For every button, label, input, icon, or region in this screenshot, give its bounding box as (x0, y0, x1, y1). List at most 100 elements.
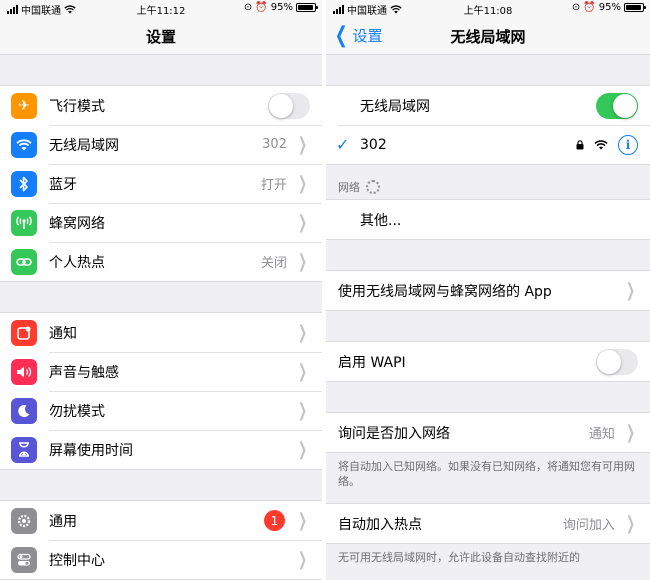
wlan-cellular-apps-row[interactable]: 使用无线局域网与蜂窝网络的 App ❯ (326, 271, 650, 310)
chevron-right-icon: ❯ (297, 134, 307, 155)
ask-join-group: 询问是否加入网络 通知 ❯ (326, 412, 650, 453)
moon-icon (11, 397, 37, 424)
other-network-row[interactable]: 其他... (326, 200, 650, 239)
wlan-main-group: 无线局域网 ✓ 302 i (326, 85, 650, 165)
wlan-toggle-row[interactable]: 无线局域网 (326, 86, 650, 125)
antenna-icon (11, 209, 37, 236)
wifi-strength-icon (594, 139, 608, 149)
settings-row-screen-time[interactable]: 屏幕使用时间 ❯ (0, 430, 322, 469)
chevron-right-icon: ❯ (625, 280, 635, 301)
row-label: 通知 (49, 325, 77, 342)
chevron-right-icon: ❯ (625, 513, 635, 534)
page-title: 无线局域网 (450, 28, 526, 46)
connected-network-row[interactable]: ✓ 302 i (326, 125, 650, 164)
settings-group-notifications: 通知 ❯ 声音与触感 ❯ 勿扰模式 ❯ 屏幕使用时间 ❯ (0, 312, 322, 470)
row-label: 无线局域网 (360, 98, 430, 115)
airplane-icon: ✈ (11, 92, 37, 119)
chevron-right-icon: ❯ (297, 173, 307, 194)
notification-icon (11, 319, 37, 346)
ask-join-footer: 将自动加入已知网络。如果没有已知网络，将通知您有可用网络。 (338, 460, 635, 488)
chevron-right-icon: ❯ (297, 439, 307, 460)
wapi-toggle[interactable] (596, 348, 638, 375)
row-label: 勿扰模式 (49, 403, 105, 420)
ask-join-value: 通知 (588, 427, 615, 442)
settings-row-sounds[interactable]: 声音与触感 ❯ (0, 352, 322, 391)
network-name: 302 (360, 136, 387, 153)
battery-percent: 95% (270, 2, 293, 13)
settings-row-airplane-mode[interactable]: ✈ 飞行模式 (0, 86, 322, 125)
settings-screen: 中国联通 上午11:12 ⊙ ⏰ 95% 设置 ✈ 飞行模式 无线局域网 302… (0, 0, 322, 580)
settings-group-connectivity: ✈ 飞行模式 无线局域网 302 ❯ 蓝牙 打开 ❯ 蜂窝网络 ❯ 个人热点 关… (0, 85, 322, 282)
alarm-icon: ⏰ (255, 2, 268, 13)
row-label: 声音与触感 (49, 364, 119, 381)
wapi-row[interactable]: 启用 WAPI (326, 342, 650, 381)
chevron-right-icon: ❯ (297, 549, 307, 570)
auto-hotspot-group: 自动加入热点 询问加入 ❯ (326, 503, 650, 544)
ask-join-row[interactable]: 询问是否加入网络 通知 ❯ (326, 413, 650, 452)
hotspot-icon (11, 248, 37, 275)
row-label: 飞行模式 (49, 98, 105, 115)
settings-row-cellular[interactable]: 蜂窝网络 ❯ (0, 203, 322, 242)
update-badge: 1 (263, 510, 285, 531)
chevron-right-icon: ❯ (297, 212, 307, 233)
loading-spinner-icon (366, 180, 380, 194)
chevron-right-icon: ❯ (625, 422, 635, 443)
bluetooth-icon (11, 170, 37, 197)
chevron-right-icon: ❯ (297, 322, 307, 343)
wlan-toggle[interactable] (596, 92, 638, 119)
settings-row-do-not-disturb[interactable]: 勿扰模式 ❯ (0, 391, 322, 430)
auto-hotspot-row[interactable]: 自动加入热点 询问加入 ❯ (326, 504, 650, 543)
status-bar: 中国联通 上午11:08 ⊙ ⏰ 95% (326, 0, 650, 17)
apps-group: 使用无线局域网与蜂窝网络的 App ❯ (326, 270, 650, 311)
settings-row-general[interactable]: 通用 1 ❯ (0, 501, 322, 540)
wifi-icon (11, 131, 37, 158)
networks-section-header: 网络 (326, 165, 650, 199)
row-label: 控制中心 (49, 552, 105, 569)
speaker-icon (11, 358, 37, 385)
row-label: 通用 (49, 513, 77, 530)
settings-row-wifi[interactable]: 无线局域网 302 ❯ (0, 125, 322, 164)
networks-group: 其他... (326, 199, 650, 240)
row-label: 启用 WAPI (338, 354, 406, 371)
settings-row-control-center[interactable]: 控制中心 ❯ (0, 540, 322, 579)
orientation-lock-icon: ⊙ (243, 2, 253, 13)
hotspot-value: 关闭 (260, 256, 287, 271)
page-title: 设置 (145, 28, 176, 46)
lock-icon (576, 139, 584, 149)
wifi-network-value: 302 (262, 137, 287, 152)
alarm-icon: ⏰ (583, 2, 596, 13)
battery-icon (296, 3, 318, 12)
chevron-right-icon: ❯ (297, 251, 307, 272)
nav-bar: 设置 (0, 17, 322, 55)
checkmark-icon: ✓ (336, 135, 350, 154)
row-label: 使用无线局域网与蜂窝网络的 App (338, 283, 552, 300)
auto-hotspot-value: 询问加入 (562, 518, 615, 533)
row-label: 蓝牙 (49, 176, 77, 193)
info-icon[interactable]: i (618, 134, 638, 155)
battery-percent: 95% (598, 2, 621, 13)
bluetooth-value: 打开 (260, 178, 287, 193)
screenshot-composite: 中国联通 上午11:12 ⊙ ⏰ 95% 设置 ✈ 飞行模式 无线局域网 302… (0, 0, 650, 580)
auto-hotspot-footer: 无可用无线局域网时，允许此设备自动查找附近的 (338, 551, 580, 564)
orientation-lock-icon: ⊙ (571, 2, 581, 13)
row-label: 询问是否加入网络 (338, 425, 450, 442)
chevron-right-icon: ❯ (297, 510, 307, 531)
settings-group-general: 通用 1 ❯ 控制中心 ❯ (0, 500, 322, 580)
section-header-label: 网络 (338, 181, 360, 194)
settings-row-bluetooth[interactable]: 蓝牙 打开 ❯ (0, 164, 322, 203)
nav-bar: ❮ 设置 无线局域网 (326, 17, 650, 55)
status-bar: 中国联通 上午11:12 ⊙ ⏰ 95% (0, 0, 322, 17)
chevron-right-icon: ❯ (297, 361, 307, 382)
row-label: 无线局域网 (49, 137, 119, 154)
toggles-icon (11, 546, 37, 573)
battery-icon (624, 3, 646, 12)
row-label: 其他... (360, 212, 402, 229)
row-label: 屏幕使用时间 (49, 442, 133, 459)
settings-row-notifications[interactable]: 通知 ❯ (0, 313, 322, 352)
row-label: 自动加入热点 (338, 516, 422, 533)
settings-row-hotspot[interactable]: 个人热点 关闭 ❯ (0, 242, 322, 281)
airplane-mode-toggle[interactable] (268, 92, 310, 119)
wapi-group: 启用 WAPI (326, 341, 650, 382)
chevron-right-icon: ❯ (297, 400, 307, 421)
row-label: 蜂窝网络 (49, 215, 105, 232)
